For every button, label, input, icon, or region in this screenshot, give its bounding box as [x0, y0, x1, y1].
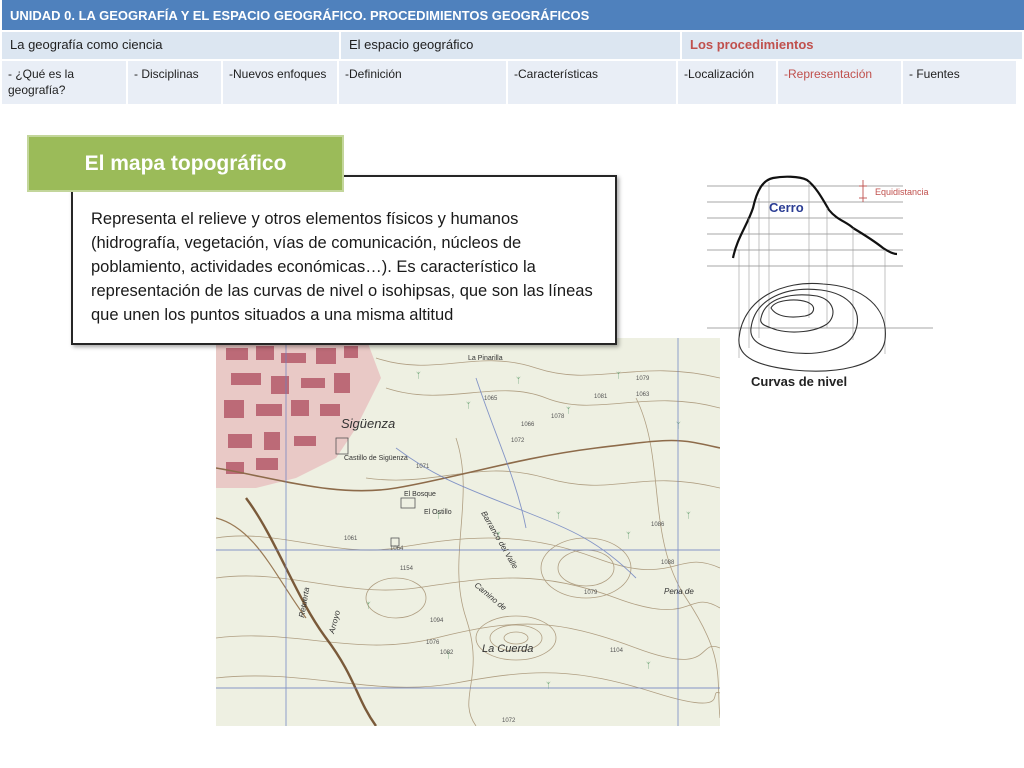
map-elevation: 1066 [521, 422, 535, 428]
map-elevation: 1071 [416, 464, 430, 470]
topographic-map-drawing: ᛉᛉᛉ ᛉᛉᛉ ᛉᛉᛉ ᛉᛉᛉ ᛉᛉᛉ Sigüenza Castillo de… [216, 338, 720, 726]
nav-item-procedimientos[interactable]: Los procedimientos [682, 32, 1022, 59]
svg-text:ᛉ: ᛉ [366, 601, 371, 610]
subnav-item-localizacion[interactable]: -Localización [678, 61, 776, 104]
map-label-la-pinarilla: La Pinarilla [468, 355, 503, 362]
map-elevation: 1094 [430, 618, 444, 624]
unit-title: UNIDAD 0. LA GEOGRAFÍA Y EL ESPACIO GEOG… [10, 7, 590, 23]
topographic-map-image: ᛉᛉᛉ ᛉᛉᛉ ᛉᛉᛉ ᛉᛉᛉ ᛉᛉᛉ Sigüenza Castillo de… [216, 338, 720, 726]
svg-text:ᛉ: ᛉ [546, 681, 551, 690]
svg-text:ᛉ: ᛉ [626, 531, 631, 540]
map-elevation: 1081 [594, 394, 608, 400]
map-elevation: 1076 [426, 640, 440, 646]
description-box: Representa el relieve y otros elementos … [71, 175, 617, 345]
diagram-interval-label: Equidistancia [875, 187, 929, 197]
subnav-item-fuentes[interactable]: - Fuentes [903, 61, 1016, 104]
subnav-item-nuevos-enfoques[interactable]: -Nuevos enfoques [223, 61, 337, 104]
map-elevation: 1078 [551, 414, 565, 420]
nav-item-geografia-ciencia[interactable]: La geografía como ciencia [2, 32, 339, 59]
map-elevation: 1086 [651, 522, 665, 528]
map-elevation: 1065 [484, 396, 498, 402]
svg-text:ᛉ: ᛉ [516, 376, 521, 385]
diagram-peak-label: Cerro [769, 200, 804, 215]
map-label-el-ostillo: El Ostillo [424, 509, 452, 516]
subnav-item-representacion[interactable]: -Representación [778, 61, 901, 104]
section-title: El mapa topográfico [84, 151, 287, 175]
map-label-siguenza: Sigüenza [341, 416, 395, 431]
svg-text:ᛉ: ᛉ [676, 421, 681, 430]
map-elevation: 1154 [400, 566, 414, 572]
nav-item-espacio-geografico[interactable]: El espacio geográfico [341, 32, 680, 59]
svg-text:ᛉ: ᛉ [466, 401, 471, 410]
map-elevation: 1061 [344, 536, 358, 542]
contour-diagram-drawing: Cerro Equidistancia Curvas de nivel [707, 175, 933, 389]
map-elevation: 1072 [502, 718, 516, 724]
svg-text:ᛉ: ᛉ [416, 371, 421, 380]
sub-nav: - ¿Qué es la geografía? - Disciplinas -N… [2, 61, 1016, 104]
map-elevation: 1063 [636, 392, 650, 398]
map-elevation: 1104 [610, 648, 624, 654]
map-elevation: 1072 [511, 438, 525, 444]
map-elevation: 1088 [661, 560, 675, 566]
subnav-item-que-es[interactable]: - ¿Qué es la geografía? [2, 61, 126, 104]
unit-header: UNIDAD 0. LA GEOGRAFÍA Y EL ESPACIO GEOG… [2, 0, 1024, 30]
contour-lines-diagram: Cerro Equidistancia Curvas de nivel [703, 168, 943, 398]
map-elevation: 1082 [440, 650, 454, 656]
subnav-item-caracteristicas[interactable]: -Características [508, 61, 676, 104]
section-title-box: El mapa topográfico [27, 135, 344, 192]
svg-text:ᛉ: ᛉ [566, 406, 571, 415]
svg-text:ᛉ: ᛉ [616, 371, 621, 380]
section-nav: La geografía como ciencia El espacio geo… [2, 32, 1024, 59]
map-label-pena: Pena de [664, 587, 694, 596]
map-label-el-bosque: El Bosque [404, 491, 436, 498]
map-elevation: 1064 [390, 546, 404, 552]
svg-text:ᛉ: ᛉ [556, 511, 561, 520]
map-elevation: 1079 [636, 376, 650, 382]
map-label-castillo: Castillo de Sigüenza [344, 455, 408, 462]
svg-text:ᛉ: ᛉ [686, 511, 691, 520]
svg-text:ᛉ: ᛉ [646, 661, 651, 670]
subnav-item-disciplinas[interactable]: - Disciplinas [128, 61, 221, 104]
map-label-la-cuerda: La Cuerda [482, 643, 533, 655]
map-elevation: 1079 [584, 590, 598, 596]
diagram-caption: Curvas de nivel [751, 374, 847, 389]
subnav-item-definicion[interactable]: -Definición [339, 61, 506, 104]
description-text: Representa el relieve y otros elementos … [91, 210, 593, 324]
